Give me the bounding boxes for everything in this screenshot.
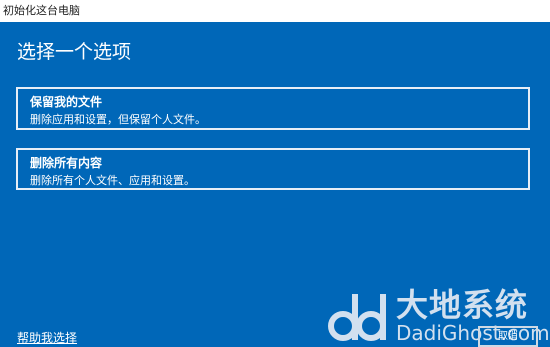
remove-everything-option[interactable]: 删除所有内容 删除所有个人文件、应用和设置。 xyxy=(16,148,530,190)
window-title: 初始化这台电脑 xyxy=(3,4,80,17)
title-bar: 初始化这台电脑 xyxy=(0,0,550,22)
dd-logo-icon xyxy=(328,294,386,341)
cancel-button[interactable]: 取消 xyxy=(478,326,538,347)
option-description: 删除应用和设置，但保留个人文件。 xyxy=(30,113,206,126)
watermark-brand-cn: 大地系统 xyxy=(396,286,529,324)
reset-pc-window: 初始化这台电脑 选择一个选项 保留我的文件 删除应用和设置，但保留个人文件。 删… xyxy=(0,0,550,347)
page-title: 选择一个选项 xyxy=(17,41,132,63)
option-title: 删除所有内容 xyxy=(30,156,103,170)
option-description: 删除所有个人文件、应用和设置。 xyxy=(30,174,195,187)
keep-my-files-option[interactable]: 保留我的文件 删除应用和设置，但保留个人文件。 xyxy=(16,87,530,130)
option-title: 保留我的文件 xyxy=(30,95,103,109)
help-me-choose-link[interactable]: 帮助我选择 xyxy=(17,331,77,345)
